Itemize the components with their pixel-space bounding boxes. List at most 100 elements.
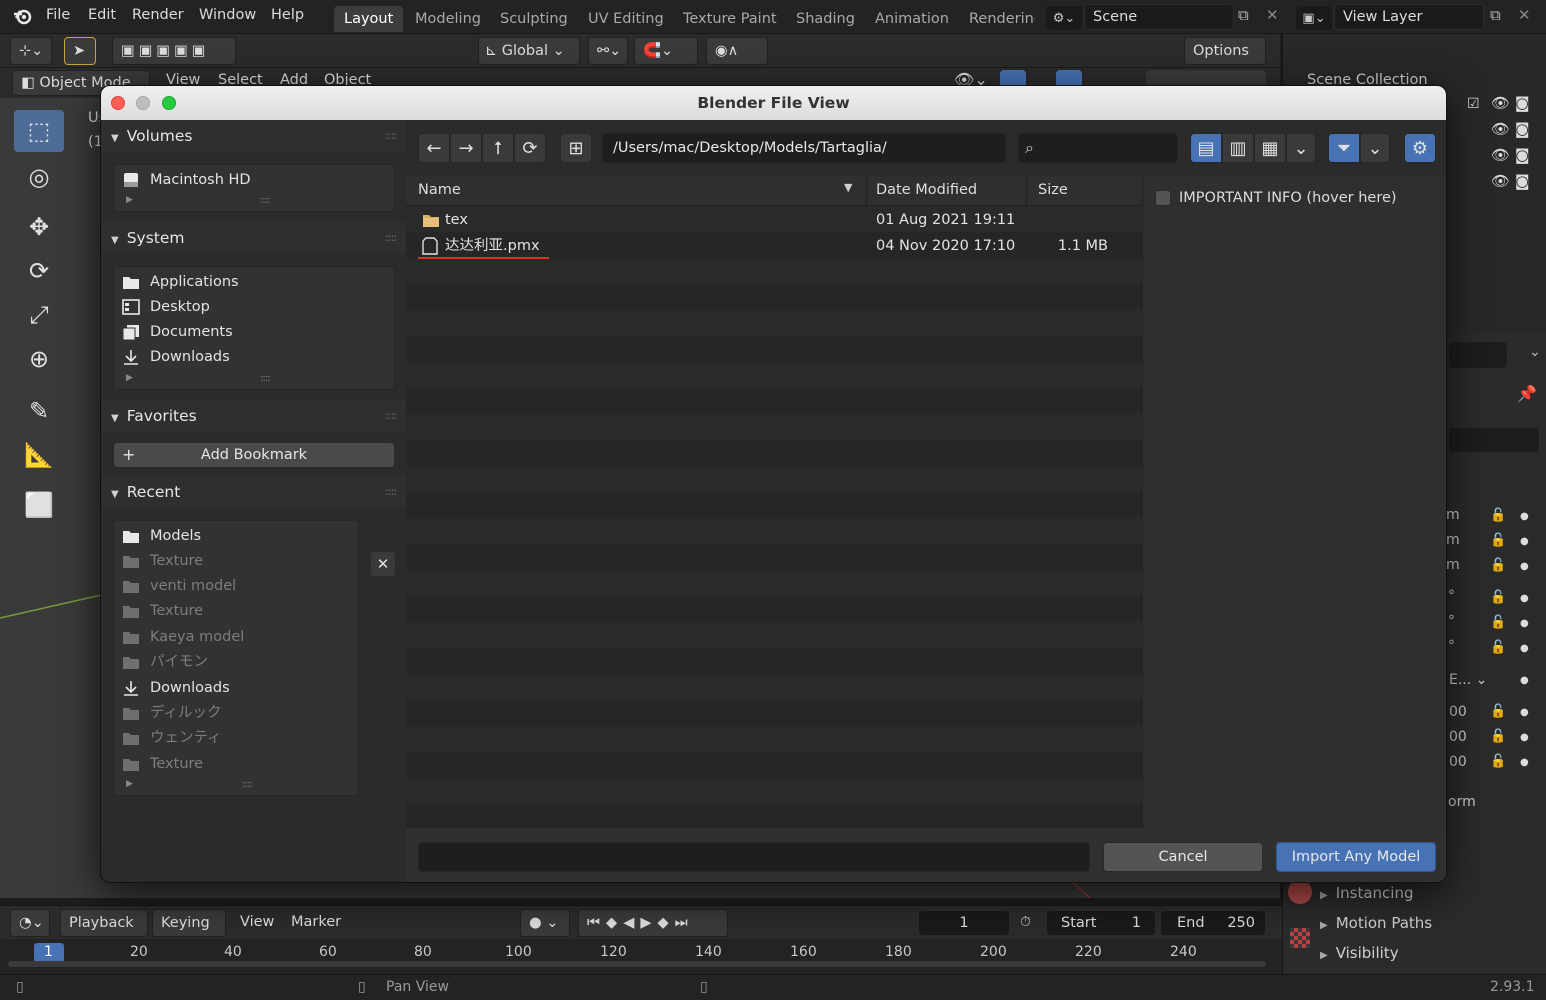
delete-view-layer-icon[interactable]: ✕	[1518, 6, 1531, 24]
camera-render-icon[interactable]: ◙	[1515, 120, 1530, 138]
menu-timeline-view[interactable]: View	[240, 914, 274, 930]
menu-render[interactable]: Render	[132, 7, 184, 23]
lock-icon[interactable]: 🔓	[1490, 754, 1506, 769]
recent-item[interactable]: Models	[122, 524, 201, 548]
new-view-layer-icon[interactable]: ⧉	[1490, 6, 1501, 24]
delete-scene-icon[interactable]: ✕	[1266, 6, 1279, 24]
thumbnail-view-button[interactable]: ▦	[1254, 133, 1286, 163]
playback-controls[interactable]: ⏮◆◀▶◆⏭	[578, 909, 728, 937]
important-info-checkbox[interactable]	[1155, 190, 1171, 206]
selection-mode-icons[interactable]: ▣▣▣▣▣	[112, 37, 236, 65]
lock-icon[interactable]: 🔓	[1490, 640, 1506, 655]
scale-tool-icon[interactable]: ⤢	[14, 294, 64, 336]
system-item-downloads[interactable]: Downloads	[122, 345, 230, 369]
properties-search-input[interactable]	[1449, 342, 1507, 368]
lock-icon[interactable]: 🔓	[1490, 533, 1506, 548]
keyframe-dot-icon[interactable]: ●	[1520, 643, 1529, 654]
menu-help[interactable]: Help	[271, 7, 304, 23]
recent-item[interactable]: Texture	[122, 549, 203, 573]
forward-button[interactable]: →	[450, 133, 482, 163]
horizontal-list-view-button[interactable]: ▥	[1222, 133, 1254, 163]
system-item-applications[interactable]: Applications	[122, 270, 239, 294]
pin-icon[interactable]: 📌	[1517, 384, 1537, 403]
column-header-name[interactable]: Name	[418, 182, 461, 198]
transform-orientation-dropdown[interactable]: ⊾ Global ⌄	[478, 37, 580, 65]
timeline-scrollbar[interactable]	[8, 961, 1266, 967]
eye-icon[interactable]: 👁	[1491, 172, 1510, 190]
resize-grip-icon[interactable]: ::::	[260, 195, 271, 206]
proportional-edit-icon[interactable]: ◉∧	[706, 37, 768, 65]
start-frame-field[interactable]: Start 1	[1046, 910, 1156, 936]
file-row[interactable]: 达达利亚.pmx 04 Nov 2020 17:10 1.1 MB	[406, 233, 1142, 259]
maximize-window-button[interactable]	[162, 96, 176, 110]
refresh-button[interactable]: ⟳	[514, 133, 546, 163]
system-item-documents[interactable]: Documents	[122, 320, 233, 344]
collection-checkbox[interactable]: ☑	[1467, 96, 1480, 112]
tab-sculpting[interactable]: Sculpting	[490, 6, 578, 32]
new-folder-button[interactable]: ⊞	[560, 133, 592, 163]
section-favorites-header[interactable]: ▼ Favorites ::::	[101, 400, 406, 432]
filename-input[interactable]	[418, 842, 1090, 872]
record-icon[interactable]: ● ⌄	[520, 909, 570, 937]
current-frame-field[interactable]: 1	[918, 910, 1010, 936]
lock-icon[interactable]: 🔓	[1490, 590, 1506, 605]
keyframe-dot-icon[interactable]: ●	[1520, 732, 1529, 743]
measure-tool-icon[interactable]: 📐	[14, 434, 64, 476]
section-visibility[interactable]: ▶ Visibility	[1320, 944, 1399, 962]
recent-item[interactable]: Texture	[122, 752, 203, 776]
stopwatch-icon[interactable]: ⏱	[1020, 914, 1031, 930]
section-volumes-header[interactable]: ▼ Volumes ::::	[101, 120, 406, 152]
file-list[interactable]: Name ▼ Date Modified Size tex 01 Aug 202…	[406, 176, 1142, 830]
recent-item[interactable]: ディルック	[122, 701, 222, 725]
important-info-option[interactable]: IMPORTANT INFO (hover here)	[1155, 190, 1397, 206]
clear-recent-button[interactable]: ✕	[371, 552, 395, 576]
options-dropdown[interactable]: Options ⌄	[1184, 37, 1266, 85]
view-layer-field[interactable]: View Layer	[1334, 4, 1484, 30]
rotation-mode-dropdown[interactable]: E... ⌄	[1449, 672, 1487, 688]
drag-grip-icon[interactable]: ::::	[385, 120, 397, 152]
operator-settings-button[interactable]: ⚙	[1404, 133, 1436, 163]
chevron-down-icon[interactable]: ⌄	[1529, 344, 1541, 360]
drag-grip-icon[interactable]: ::::	[385, 400, 397, 432]
playback-dropdown[interactable]: Playback ⌄	[60, 909, 148, 957]
section-instancing[interactable]: ▶ Instancing	[1320, 884, 1413, 902]
new-scene-icon[interactable]: ⧉	[1238, 6, 1249, 24]
tab-rendering[interactable]: Rendering	[959, 6, 1035, 32]
section-motion-paths[interactable]: ▶ Motion Paths	[1320, 914, 1432, 932]
keying-dropdown[interactable]: Keying ⌄	[152, 909, 226, 957]
resize-grip-icon[interactable]: ::::	[260, 373, 271, 384]
recent-item[interactable]: venti model	[122, 574, 236, 598]
parent-directory-button[interactable]: ⭡	[482, 133, 514, 163]
menu-window[interactable]: Window	[199, 7, 256, 23]
back-button[interactable]: ←	[418, 133, 450, 163]
lock-icon[interactable]: 🔓	[1490, 615, 1506, 630]
keyframe-dot-icon[interactable]: ●	[1520, 675, 1529, 686]
tab-uv-editing[interactable]: UV Editing	[578, 6, 674, 32]
eye-icon[interactable]: 👁	[1491, 94, 1510, 112]
expand-icon[interactable]: ▶	[126, 195, 133, 205]
annotate-tool-icon[interactable]: ✎	[14, 390, 64, 432]
keyframe-dot-icon[interactable]: ●	[1520, 707, 1529, 718]
view-layer-selector-icon[interactable]: ▣⌄	[1296, 6, 1332, 30]
resize-grip-icon[interactable]: ::::	[242, 779, 253, 790]
scene-selector-icon[interactable]: ⚙⌄	[1046, 6, 1082, 30]
tab-texture-paint[interactable]: Texture Paint	[673, 6, 787, 32]
vertical-list-view-button[interactable]: ▤	[1190, 133, 1222, 163]
close-window-button[interactable]	[111, 96, 125, 110]
sort-descending-icon[interactable]: ▼	[844, 181, 852, 194]
add-cube-tool-icon[interactable]: ⬜	[14, 484, 64, 526]
keyframe-dot-icon[interactable]: ●	[1520, 536, 1529, 547]
menu-marker[interactable]: Marker	[291, 914, 341, 930]
editor-type-icon[interactable]: ⊹⌄	[10, 37, 52, 65]
expand-icon[interactable]: ▶	[126, 779, 133, 789]
pivot-point-icon[interactable]: ⚯⌄	[588, 37, 628, 65]
blender-logo-icon[interactable]	[12, 6, 34, 26]
keyframe-dot-icon[interactable]: ●	[1520, 757, 1529, 768]
tab-layout[interactable]: Layout	[334, 6, 404, 32]
keyframe-dot-icon[interactable]: ●	[1520, 511, 1529, 522]
end-frame-field[interactable]: End 250	[1160, 910, 1266, 936]
section-system-header[interactable]: ▼ System ::::	[101, 222, 406, 254]
drag-grip-icon[interactable]: ::::	[385, 222, 397, 254]
transform-tool-icon[interactable]: ⊕	[14, 338, 64, 380]
menu-file[interactable]: File	[46, 7, 70, 23]
